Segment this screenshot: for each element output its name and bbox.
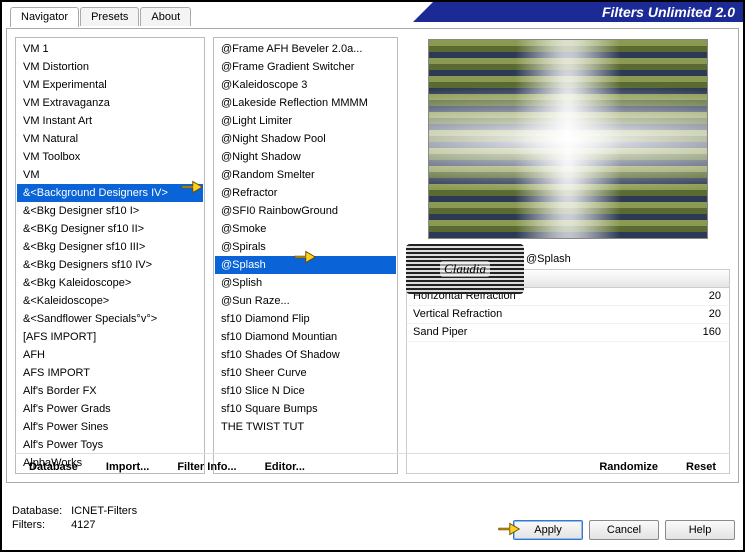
list-item[interactable]: THE TWIST TUT	[215, 418, 396, 436]
list-item[interactable]: @Refractor	[215, 184, 396, 202]
list-item[interactable]: @Smoke	[215, 220, 396, 238]
cancel-button[interactable]: Cancel	[589, 520, 659, 540]
parameter-table: Horizontal Refraction20Vertical Refracti…	[406, 269, 730, 474]
list-item[interactable]: &<Background Designers IV>	[17, 184, 203, 202]
list-item[interactable]: &<Bkg Designer sf10 III>	[17, 238, 203, 256]
database-button[interactable]: Database	[15, 458, 92, 476]
parameter-name: Horizontal Refraction	[413, 289, 516, 304]
tab-navigator[interactable]: Navigator	[10, 7, 79, 27]
list-item[interactable]: &<Bkg Designer sf10 I>	[17, 202, 203, 220]
parameter-value: 160	[703, 325, 721, 340]
header: Filters Unlimited 2.0 Navigator Presets …	[2, 2, 743, 28]
current-filter-name: @Splash	[526, 253, 571, 265]
list-item[interactable]: VM Experimental	[17, 76, 203, 94]
list-item[interactable]: @Light Limiter	[215, 112, 396, 130]
preview-panel: @Splash Horizontal Refraction20Vertical …	[406, 37, 730, 474]
editor-button[interactable]: Editor...	[251, 458, 319, 476]
list-item[interactable]: AFH	[17, 346, 203, 364]
tab-about[interactable]: About	[140, 7, 191, 26]
list-item[interactable]: sf10 Sheer Curve	[215, 364, 396, 382]
list-item[interactable]: sf10 Diamond Mountian	[215, 328, 396, 346]
filter-info-button[interactable]: Filter Info...	[163, 458, 250, 476]
list-item[interactable]: Alf's Power Sines	[17, 418, 203, 436]
list-item[interactable]: VM Extravaganza	[17, 94, 203, 112]
app-title: Filters Unlimited 2.0	[413, 2, 743, 22]
help-button[interactable]: Help	[665, 520, 735, 540]
list-item[interactable]: VM Instant Art	[17, 112, 203, 130]
toolbar: Database Import... Filter Info... Editor…	[15, 453, 730, 476]
filter-list[interactable]: @Frame AFH Beveler 2.0a...@Frame Gradien…	[213, 37, 398, 474]
db-value: ICNET-Filters	[71, 505, 137, 517]
list-item[interactable]: @Night Shadow Pool	[215, 130, 396, 148]
reset-button[interactable]: Reset	[672, 458, 730, 476]
tab-presets[interactable]: Presets	[80, 7, 139, 26]
db-label: Database:	[12, 504, 68, 518]
parameter-name: Vertical Refraction	[413, 307, 502, 322]
parameter-value: 20	[709, 307, 721, 322]
list-item[interactable]: sf10 Square Bumps	[215, 400, 396, 418]
list-item[interactable]: @Splish	[215, 274, 396, 292]
list-item[interactable]: sf10 Diamond Flip	[215, 310, 396, 328]
list-item[interactable]: @SFI0 RainbowGround	[215, 202, 396, 220]
footer: Database: ICNET-Filters Filters: 4127 Ap…	[8, 500, 737, 544]
filters-value: 4127	[71, 519, 95, 531]
list-item[interactable]: @Frame Gradient Switcher	[215, 58, 396, 76]
parameter-row[interactable]: Sand Piper 160	[407, 324, 729, 342]
list-item[interactable]: sf10 Shades Of Shadow	[215, 346, 396, 364]
list-item[interactable]: VM Toolbox	[17, 148, 203, 166]
list-item[interactable]: @Kaleidoscope 3	[215, 76, 396, 94]
list-item[interactable]: AFS IMPORT	[17, 364, 203, 382]
list-item[interactable]: &<Kaleidoscope>	[17, 292, 203, 310]
list-item[interactable]: @Random Smelter	[215, 166, 396, 184]
parameter-value: 20	[709, 289, 721, 304]
list-item[interactable]: @Spirals	[215, 238, 396, 256]
import-button[interactable]: Import...	[92, 458, 163, 476]
list-item[interactable]: VM	[17, 166, 203, 184]
apply-button[interactable]: Apply	[513, 520, 583, 540]
filters-label: Filters:	[12, 518, 68, 532]
list-item[interactable]: Alf's Power Toys	[17, 436, 203, 454]
list-item[interactable]: VM Natural	[17, 130, 203, 148]
category-list[interactable]: VM 1VM DistortionVM ExperimentalVM Extra…	[15, 37, 205, 474]
dialog-buttons: Apply Cancel Help	[513, 520, 735, 540]
list-item[interactable]: Alf's Power Grads	[17, 400, 203, 418]
list-item[interactable]: sf10 Slice N Dice	[215, 382, 396, 400]
preview-area	[406, 37, 730, 247]
list-item[interactable]: @Sun Raze...	[215, 292, 396, 310]
tab-bar: Navigator Presets About	[10, 6, 192, 26]
list-item[interactable]: @Night Shadow	[215, 148, 396, 166]
list-item[interactable]: @Splash	[215, 256, 396, 274]
parameter-header	[407, 270, 729, 288]
list-item[interactable]: @Lakeside Reflection MMMM	[215, 94, 396, 112]
parameter-name: Sand Piper	[413, 325, 467, 340]
list-item[interactable]: &<BKg Designer sf10 II>	[17, 220, 203, 238]
randomize-button[interactable]: Randomize	[585, 458, 672, 476]
list-item[interactable]: &<Sandflower Specials°v°>	[17, 310, 203, 328]
navigator-panel: VM 1VM DistortionVM ExperimentalVM Extra…	[6, 28, 739, 483]
list-item[interactable]: &<Bkg Kaleidoscope>	[17, 274, 203, 292]
list-item[interactable]: &<Bkg Designers sf10 IV>	[17, 256, 203, 274]
list-item[interactable]: [AFS IMPORT]	[17, 328, 203, 346]
meta-info: Database: ICNET-Filters Filters: 4127	[12, 504, 137, 532]
parameter-row[interactable]: Vertical Refraction 20	[407, 306, 729, 324]
list-item[interactable]: @Frame AFH Beveler 2.0a...	[215, 40, 396, 58]
parameter-row[interactable]: Horizontal Refraction 20	[407, 288, 729, 306]
list-item[interactable]: Alf's Border FX	[17, 382, 203, 400]
list-item[interactable]: VM Distortion	[17, 58, 203, 76]
preview-image	[428, 39, 708, 239]
list-item[interactable]: VM 1	[17, 40, 203, 58]
